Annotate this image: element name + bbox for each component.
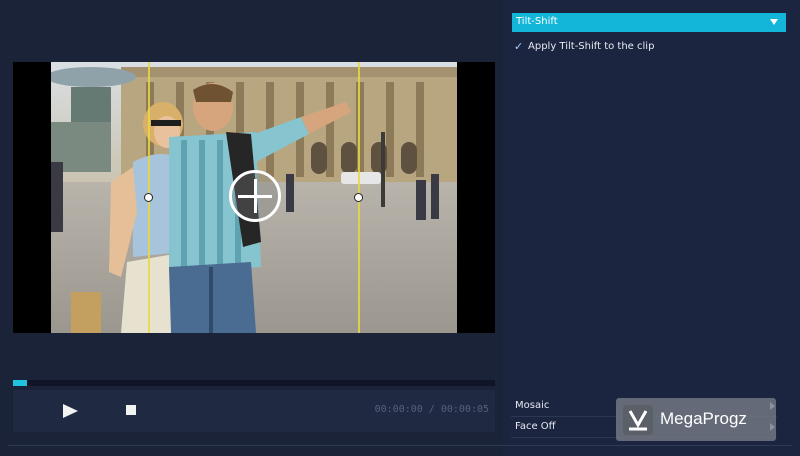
- effect-item-label: Mosaic: [515, 400, 550, 411]
- stop-button[interactable]: [105, 394, 155, 428]
- watermark-text: MegaProgz: [660, 409, 747, 428]
- effect-dropdown-value: Tilt-Shift: [516, 16, 558, 27]
- guide-handle-left[interactable]: [144, 193, 153, 202]
- timeline-scrubber[interactable]: [13, 380, 495, 386]
- move-handle-icon[interactable]: [229, 170, 281, 222]
- check-icon: ✓: [514, 40, 524, 53]
- video-preview[interactable]: [13, 62, 495, 333]
- effect-dropdown[interactable]: Tilt-Shift: [512, 13, 786, 32]
- playback-controls: 00:00:00 / 00:00:05: [13, 390, 495, 432]
- timeline-progress: [13, 380, 28, 386]
- divider: [8, 445, 792, 446]
- stop-icon: [126, 405, 136, 415]
- apply-tilt-shift-label: Apply Tilt-Shift to the clip: [528, 41, 655, 52]
- play-icon: [63, 404, 78, 418]
- timecode: 00:00:00 / 00:00:05: [374, 404, 489, 415]
- watermark-logo: [623, 405, 653, 435]
- watermark: MegaProgz: [616, 398, 776, 441]
- guide-handle-right[interactable]: [354, 193, 363, 202]
- play-button[interactable]: [45, 394, 95, 428]
- effects-panel: [503, 0, 800, 456]
- chevron-down-icon: [770, 19, 778, 25]
- effect-item-label: Face Off: [515, 421, 556, 432]
